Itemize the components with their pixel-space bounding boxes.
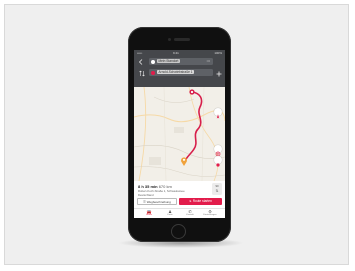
start-marker-icon	[151, 59, 155, 64]
destination-field[interactable]: Arnold-Schwiebstraße 1	[149, 69, 213, 76]
route-toolbar: ••••• 9:41 100% Mein Standort ••• Arnold…	[134, 50, 225, 87]
route-info-panel: 8 h 35 min 670 km Robert-Koch-Straße 1, …	[134, 181, 225, 218]
directions-button[interactable]: ☰ Wegbeschreibung	[137, 198, 177, 205]
speed-value: 90	[215, 184, 219, 188]
more-options-icon[interactable]: •••	[207, 58, 210, 65]
tab-settings[interactable]: ⚙ Einstellungen	[201, 209, 219, 218]
tab-bar: 🚘 Route ♟ Karte ✆ Kontakt ⚙ Einstellunge…	[134, 208, 225, 218]
navigation-arrow-icon: ➤	[189, 199, 192, 203]
speed-limit-box[interactable]: 90 ⇅	[212, 183, 222, 195]
tab-route[interactable]: 🚘 Route	[140, 209, 158, 218]
start-pin-icon	[189, 89, 195, 95]
locate-icon	[216, 163, 220, 167]
destination-marker-icon	[151, 70, 155, 75]
home-button[interactable]	[171, 224, 186, 239]
route-options-icon: ⇅	[215, 189, 219, 193]
directions-label: Wegbeschreibung	[146, 200, 171, 204]
destination-country: Deutschland	[138, 192, 154, 197]
tab-route-label: Route	[146, 214, 152, 216]
compass-icon	[216, 114, 220, 119]
start-value: Mein Standort	[157, 58, 180, 63]
start-field[interactable]: Mein Standort •••	[149, 58, 213, 65]
app-screen: ••••• 9:41 100% Mein Standort ••• Arnold…	[134, 50, 225, 218]
swap-icon[interactable]	[139, 70, 145, 77]
compass-button[interactable]	[214, 108, 222, 119]
back-arrow-icon[interactable]	[138, 59, 144, 65]
front-camera	[168, 38, 171, 41]
directions-icon: ☰	[143, 200, 146, 204]
earpiece-speaker	[174, 38, 190, 41]
tab-contact[interactable]: ✆ Kontakt	[181, 209, 199, 218]
phone-device: ••••• 9:41 100% Mein Standort ••• Arnold…	[128, 27, 231, 242]
start-route-label: Route starten	[192, 199, 212, 203]
start-route-button[interactable]: ➤ Route starten	[179, 198, 222, 205]
tab-contact-label: Kontakt	[186, 214, 194, 216]
map-view[interactable]	[134, 87, 225, 181]
add-stop-icon[interactable]	[216, 71, 222, 77]
tab-map[interactable]: ♟ Karte	[161, 209, 179, 218]
status-bar: ••••• 9:41 100%	[134, 51, 225, 56]
tab-settings-label: Einstellungen	[203, 214, 217, 216]
destination-value: Arnold-Schwiebstraße 1	[157, 69, 195, 74]
locate-button[interactable]	[214, 156, 222, 167]
layers-button[interactable]	[214, 145, 222, 157]
status-carrier: •••••	[137, 51, 143, 55]
status-time: 9:41	[173, 51, 179, 55]
tab-map-label: Karte	[167, 214, 173, 216]
status-battery: 100%	[214, 51, 222, 55]
